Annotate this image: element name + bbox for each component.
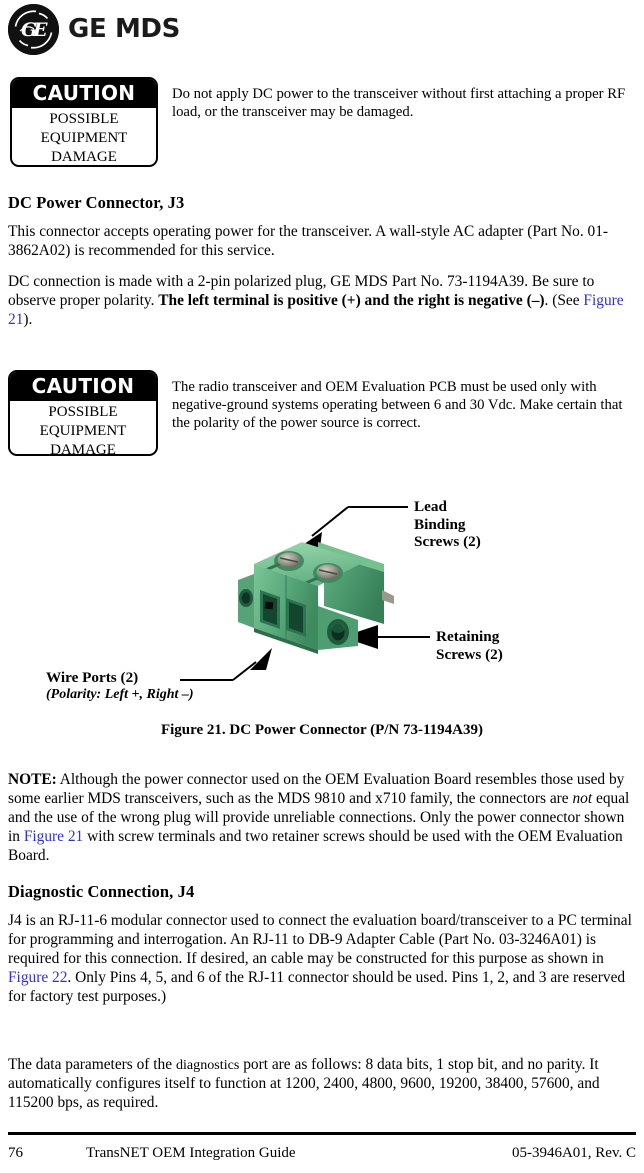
- figure-21-caption: Figure 21. DC Power Connector (P/N 73-11…: [160, 722, 484, 738]
- caution-box-bottom: CAUTION POSSIBLE EQUIPMENT DAMAGE: [8, 370, 158, 456]
- paragraph-diag-1: J4 is an RJ-11-6 modular connector used …: [8, 911, 634, 1006]
- svg-text:E: E: [32, 19, 48, 41]
- caution-body-top: POSSIBLE EQUIPMENT DAMAGE: [12, 108, 156, 166]
- note-label: NOTE:: [8, 771, 57, 788]
- note-part-c: with screw terminals and two retainer sc…: [8, 828, 623, 865]
- caution-body-bottom: POSSIBLE EQUIPMENT DAMAGE: [10, 401, 156, 456]
- page-footer: 76 TransNET OEM Integration Guide 05-394…: [8, 1141, 636, 1165]
- callout-wire-ports: Wire Ports (2) (Polarity: Left +, Right …: [46, 669, 194, 703]
- caution-header-bottom: CAUTION: [10, 372, 156, 401]
- caution-text-bottom: The radio transceiver and OEM Evaluation…: [172, 379, 623, 432]
- footer-rule: [8, 1132, 636, 1135]
- heading-dc-power-connector: DC Power Connector, J3: [8, 193, 185, 212]
- caution-top-line-2: EQUIPMENT: [40, 130, 128, 147]
- callout-retaining-screws: Retaining Screws (2): [436, 628, 503, 663]
- caution-bottom-line-1: POSSIBLE: [48, 404, 118, 420]
- caution-bottom-line-2: EQUIPMENT: [39, 423, 127, 440]
- caution-bottom-line-3: DAMAGE: [50, 442, 116, 456]
- paragraph-diag-2-part-a: The data parameters of the: [8, 1056, 176, 1073]
- figure-21: Lead Binding Screws (2) Retaining Screws…: [0, 492, 644, 760]
- paragraph-dc-2: DC connection is made with a 2-pin polar…: [8, 272, 632, 329]
- callout-retaining-line-2: Screws (2): [436, 645, 503, 663]
- paragraph-dc-1: This connector accepts operating power f…: [8, 223, 609, 260]
- caution-top-line-3: DAMAGE: [51, 149, 117, 166]
- paragraph-diag-2: The data parameters of the diagnostics p…: [8, 1055, 634, 1112]
- xref-figure-22[interactable]: Figure 22: [8, 969, 67, 986]
- caution-box-top: CAUTION POSSIBLE EQUIPMENT DAMAGE: [10, 77, 158, 167]
- callout-lead-binding-screws: Lead Binding Screws (2): [414, 498, 481, 551]
- masthead: G E GE MDS: [8, 4, 180, 55]
- caution-text-top: Do not apply DC power to the transceiver…: [172, 86, 626, 121]
- footer-document-title: TransNET OEM Integration Guide: [86, 1145, 296, 1161]
- document-page: G E GE MDS CAUTION POSSIBLE EQUIPMENT DA…: [0, 0, 644, 1173]
- callout-retaining-line-1: Retaining: [436, 628, 500, 645]
- paragraph-dc-2-bold: The left terminal is positive (+) and th…: [158, 292, 545, 310]
- callout-lead-line-2: Binding: [414, 515, 466, 533]
- caution-top-line-1: POSSIBLE: [49, 111, 119, 127]
- heading-diagnostic-connection: Diagnostic Connection, J4: [8, 882, 195, 901]
- paragraph-dc-2-part-c: ).: [23, 311, 33, 329]
- footer-page-number: 76: [8, 1145, 23, 1161]
- ge-monogram-icon: G E: [8, 4, 59, 55]
- note-paragraph: NOTE: Although the power connector used …: [8, 770, 634, 865]
- xref-figure-21-note[interactable]: Figure 21: [24, 828, 83, 845]
- callout-wire-ports-label: Wire Ports (2): [46, 669, 139, 686]
- note-italic-not: not: [572, 790, 593, 808]
- footer-document-number: 05-3946A01, Rev. C: [511, 1145, 636, 1161]
- callout-polarity-note: (Polarity: Left +, Right –): [46, 686, 194, 702]
- callout-lead-line-1: Lead: [414, 498, 447, 515]
- paragraph-diag-2-diagnostics-word: diagnostics: [175, 1057, 240, 1073]
- caution-header-top: CAUTION: [12, 79, 156, 108]
- note-part-a: Although the power connector used on the…: [8, 771, 625, 808]
- callout-lead-line-3: Screws (2): [414, 533, 481, 551]
- paragraph-dc-2-part-b: . (See: [544, 292, 584, 310]
- paragraph-diag-1-part-b: . Only Pins 4, 5, and 6 of the RJ-11 con…: [8, 969, 626, 1006]
- paragraph-diag-1-part-a: J4 is an RJ-11-6 modular connector used …: [8, 912, 632, 968]
- connector-photo: [232, 528, 404, 660]
- ge-mds-wordmark: GE MDS: [68, 13, 180, 44]
